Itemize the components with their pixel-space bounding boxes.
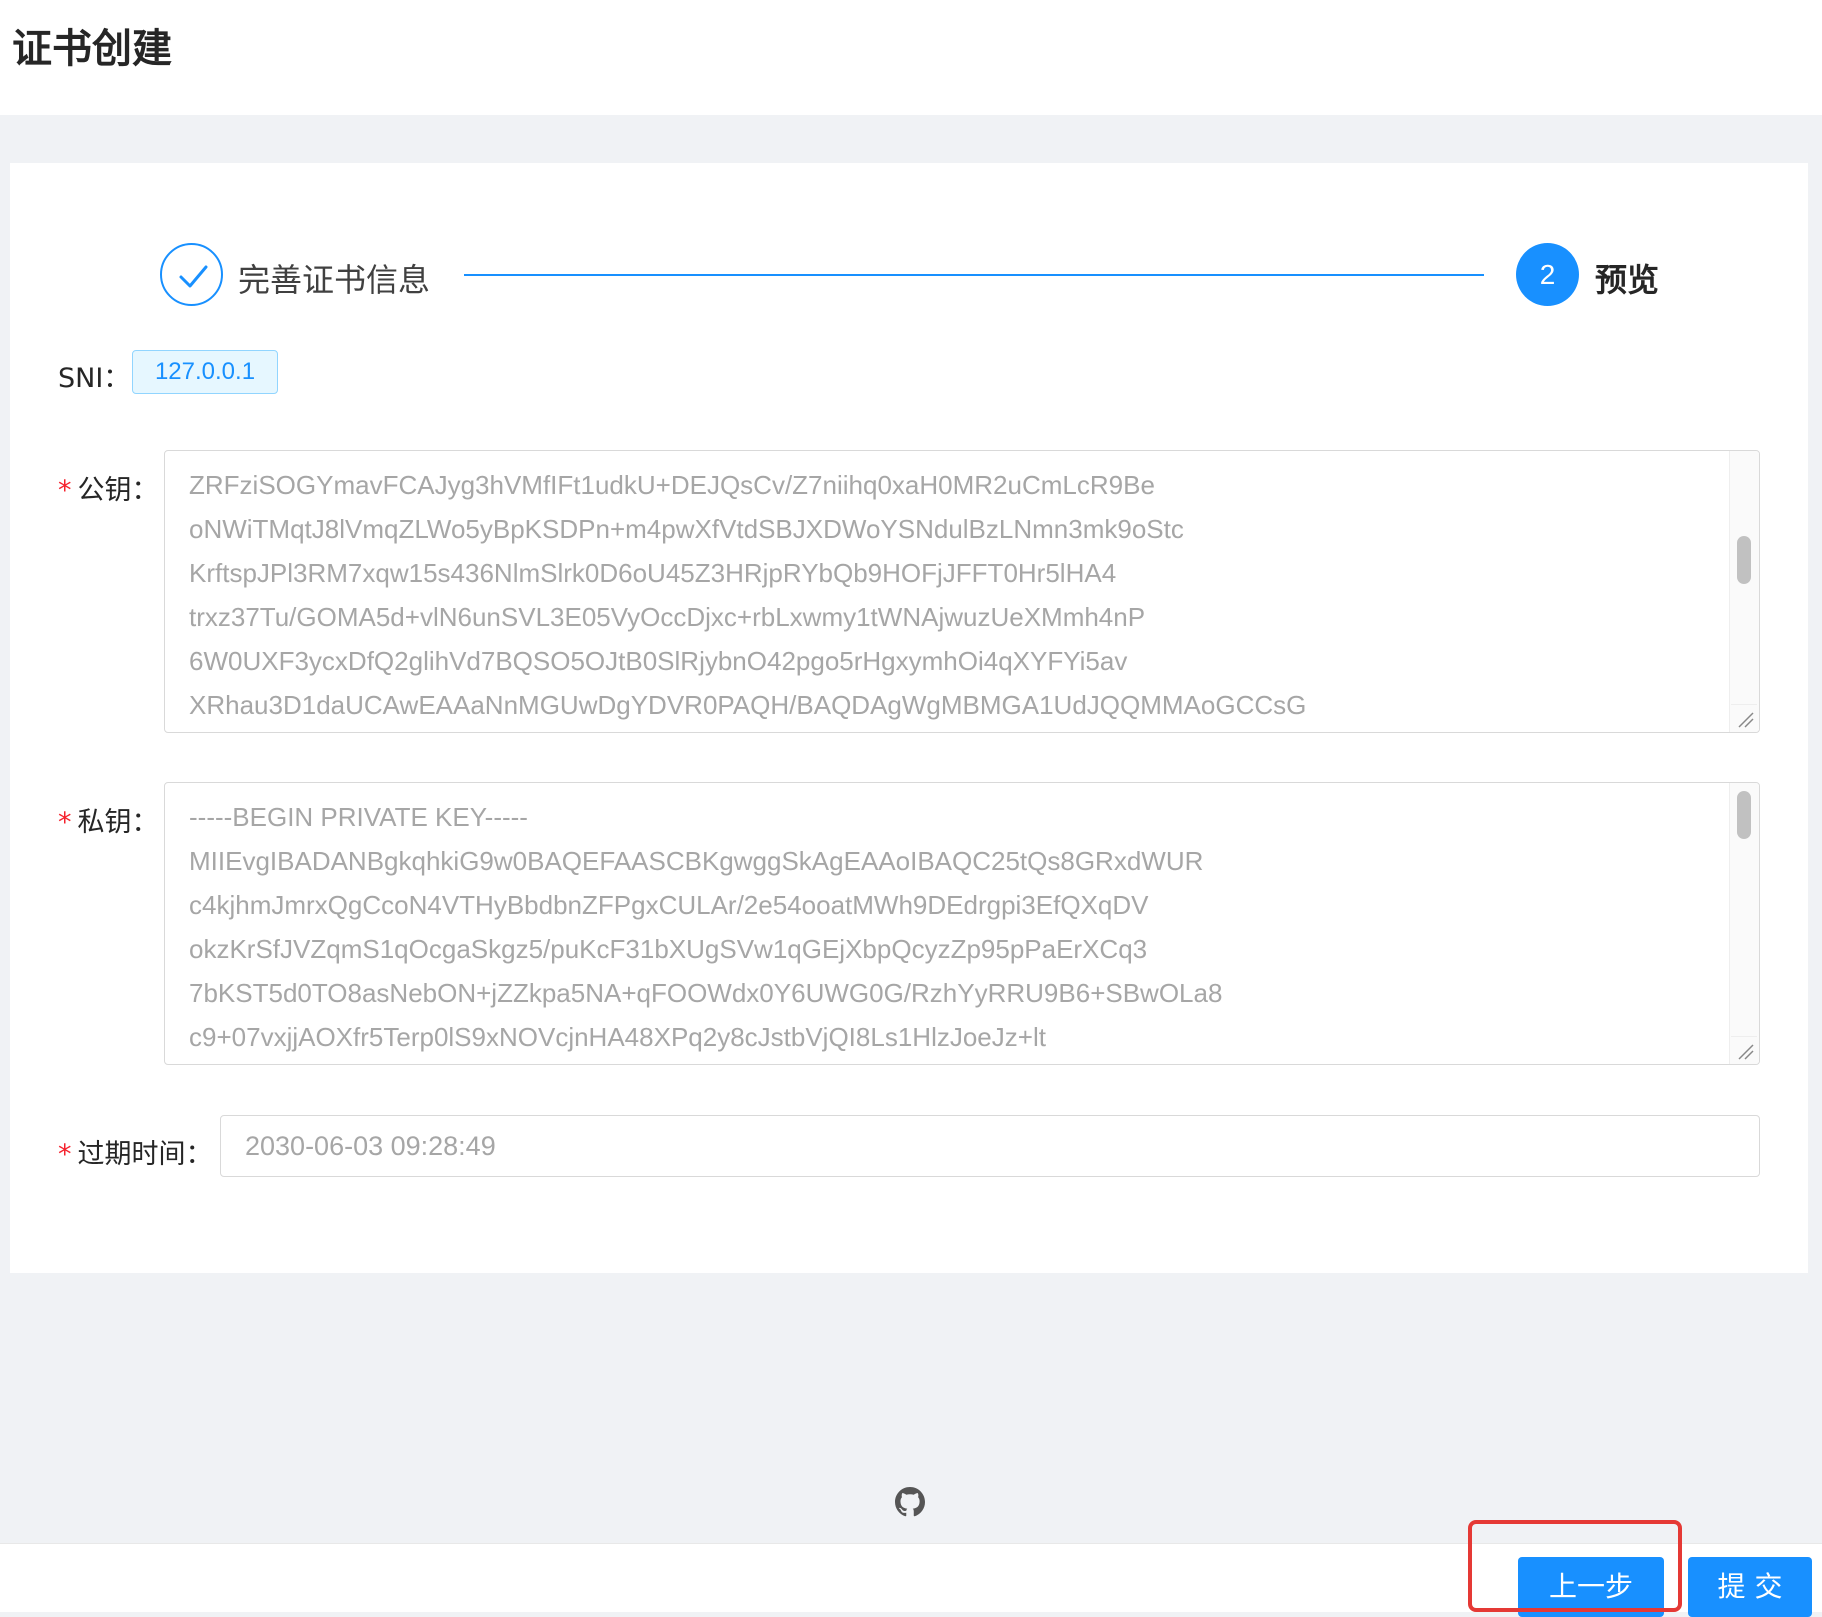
text-line: 6W0UXF3ycxDfQ2glihVd7BQSO5OJtB0SlRjybnO4…	[189, 646, 1128, 676]
resize-handle-icon[interactable]	[1731, 1036, 1757, 1062]
step-connector-line	[464, 274, 1484, 276]
step-2-number: 2	[1516, 243, 1579, 306]
step-1-check-icon	[160, 243, 223, 306]
github-icon[interactable]	[895, 1487, 925, 1517]
text-line: XRhau3D1daUCAwEAAaNnMGUwDgYDVR0PAQH/BAQD…	[189, 690, 1307, 720]
private-key-content: -----BEGIN PRIVATE KEY----- MIIEvgIBADAN…	[189, 795, 1719, 1059]
page-header: 证书创建	[0, 0, 1822, 115]
expire-input[interactable]: 2030-06-03 09:28:49	[220, 1115, 1760, 1177]
step-2-title: 预览	[1595, 261, 1660, 299]
text-line: oNWiTMqtJ8lVmqZLWo5yBpKSDPn+m4pwXfVtdSBJ…	[189, 514, 1184, 544]
private-key-label: * 私钥：	[58, 800, 159, 839]
text-line: 7bKST5d0TO8asNebON+jZZkpa5NA+qFOOWdx0Y6U…	[189, 978, 1223, 1008]
expire-label-text: 过期时间：	[77, 1139, 213, 1170]
private-key-textarea[interactable]: -----BEGIN PRIVATE KEY----- MIIEvgIBADAN…	[164, 782, 1760, 1065]
required-marker: *	[58, 475, 72, 506]
step-1-title: 完善证书信息	[238, 261, 431, 299]
public-key-label-text: 公钥：	[77, 475, 159, 506]
private-key-scrollbar[interactable]	[1729, 783, 1759, 1064]
submit-button[interactable]: 提 交	[1688, 1557, 1812, 1617]
text-line: -----BEGIN PRIVATE KEY-----	[189, 802, 528, 832]
scrollbar-thumb[interactable]	[1737, 536, 1751, 584]
scrollbar-thumb[interactable]	[1737, 791, 1751, 839]
page-title: 证书创建	[12, 26, 172, 72]
required-marker: *	[58, 807, 72, 838]
public-key-label: * 公钥：	[58, 468, 159, 507]
public-key-textarea[interactable]: ZRFziSOGYmavFCAJyg3hVMfIFt1udkU+DEJQsCv/…	[164, 450, 1760, 733]
private-key-label-text: 私钥：	[77, 807, 159, 838]
text-line: ZRFziSOGYmavFCAJyg3hVMfIFt1udkU+DEJQsCv/…	[189, 470, 1155, 500]
sni-label: SNI：	[58, 363, 131, 394]
text-line: MIIEvgIBADANBgkqhkiG9w0BAQEFAASCBKgwggSk…	[189, 846, 1204, 876]
required-marker: *	[58, 1139, 72, 1170]
public-key-scrollbar[interactable]	[1729, 451, 1759, 732]
text-line: okzKrSfJVZqmS1qOcgaSkgz5/puKcF31bXUgSVw1…	[189, 934, 1148, 964]
public-key-content: ZRFziSOGYmavFCAJyg3hVMfIFt1udkU+DEJQsCv/…	[189, 463, 1719, 727]
expire-label: * 过期时间：	[58, 1132, 213, 1171]
text-line: KrftspJPl3RM7xqw15s436NlmSlrk0D6oU45Z3HR…	[189, 558, 1117, 588]
text-line: c4kjhmJmrxQgCcoN4VTHyBbdbnZFPgxCULAr/2e5…	[189, 890, 1149, 920]
text-line: c9+07vxjjAOXfr5Terp0lS9xNOVcjnHA48XPq2y8…	[189, 1022, 1046, 1052]
resize-handle-icon[interactable]	[1731, 704, 1757, 730]
highlight-box	[1468, 1520, 1682, 1612]
sni-tag: 127.0.0.1	[132, 350, 278, 394]
text-line: trxz37Tu/GOMA5d+vlN6unSVL3E05VyOccDjxc+r…	[189, 602, 1146, 632]
